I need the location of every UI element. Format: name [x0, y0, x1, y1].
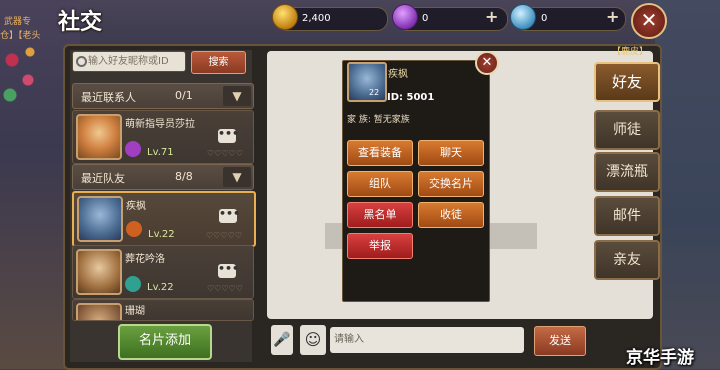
flower-decoration: [0, 40, 40, 110]
player-name: 疾枫: [388, 69, 408, 80]
recent-contacts-header[interactable]: 最近联系人 0/1 ▼: [72, 83, 254, 109]
class-badge-icon: [125, 276, 141, 292]
tab-drift-bottle[interactable]: 漂流瓶: [594, 152, 660, 192]
diamond-amount: 0: [541, 13, 548, 24]
player-family: 家 族: 暂无家族: [347, 115, 410, 125]
intimacy-hearts: ♡♡♡♡♡: [206, 231, 242, 240]
class-badge-icon: [126, 221, 142, 237]
avatar: [76, 303, 122, 320]
gem-amount: 0: [422, 13, 429, 24]
microphone-icon[interactable]: 🎤: [271, 325, 293, 355]
close-window-button[interactable]: ✕: [631, 3, 667, 39]
add-gem-button[interactable]: +: [485, 7, 498, 26]
recent-team-label: 最近队友: [81, 172, 125, 185]
diamond-icon: [510, 4, 536, 30]
player-id: ID: 5001: [387, 92, 435, 103]
scene-background-right: [655, 0, 720, 369]
scene-text-second: 仓】【老头: [0, 31, 41, 41]
scene-text-top: 武器专: [4, 17, 32, 27]
tab-friends[interactable]: 好友: [594, 62, 660, 102]
list-item[interactable]: 珊瑚: [72, 299, 254, 321]
class-badge-icon: [125, 141, 141, 157]
avatar: [347, 62, 387, 102]
friend-level: Lv.71: [147, 147, 174, 158]
more-options-button[interactable]: •••: [218, 128, 239, 143]
watermark: 京华手游: [626, 348, 694, 368]
close-icon[interactable]: ✕: [475, 51, 499, 75]
tab-mail[interactable]: 邮件: [594, 196, 660, 236]
search-icon: [76, 56, 87, 67]
more-options-button[interactable]: •••: [219, 208, 240, 223]
add-card-button[interactable]: 名片添加: [118, 324, 212, 360]
search-placeholder: 输入好友昵称或ID: [88, 56, 169, 67]
tab-relatives[interactable]: 亲友: [594, 240, 660, 280]
recent-contacts-count: 0/1: [175, 89, 193, 102]
avatar: [76, 249, 122, 295]
add-diamond-button[interactable]: +: [606, 7, 619, 26]
friend-level: Lv.22: [148, 229, 175, 240]
list-item[interactable]: 萌新指导员莎拉 Lv.71 ••• ♡♡♡♡♡: [72, 110, 254, 164]
recent-team-count: 8/8: [175, 170, 193, 183]
exchange-card-button[interactable]: 交换名片: [418, 171, 484, 197]
view-equipment-button[interactable]: 查看装备: [347, 140, 413, 166]
gold-coin-icon: [272, 4, 298, 30]
recent-contacts-label: 最近联系人: [81, 91, 136, 104]
chat-input[interactable]: 请输入: [330, 327, 524, 353]
avatar-level: 22: [369, 88, 380, 97]
avatar: [77, 196, 123, 242]
purple-gem-icon: [392, 4, 418, 30]
team-button[interactable]: 组队: [347, 171, 413, 197]
recent-team-header[interactable]: 最近队友 8/8 ▼: [72, 164, 254, 190]
blacklist-button[interactable]: 黑名单: [347, 202, 413, 228]
friend-name: 萌新指导员莎拉: [125, 119, 195, 130]
chevron-down-icon[interactable]: ▼: [223, 167, 251, 187]
list-item[interactable]: 葬花吟洛 Lv.22 ••• ♡♡♡♡♡: [72, 245, 254, 299]
report-button[interactable]: 举报: [347, 233, 413, 259]
chevron-down-icon[interactable]: ▼: [223, 86, 251, 106]
gold-amount: 2,400: [302, 13, 331, 24]
tab-mentor[interactable]: 师徒: [594, 110, 660, 150]
smiley-icon[interactable]: ☺: [300, 325, 326, 355]
more-options-button[interactable]: •••: [218, 263, 239, 278]
page-title: 社交: [58, 10, 103, 35]
search-button[interactable]: 搜索: [191, 51, 246, 74]
list-item[interactable]: 疾枫 Lv.22 ••• ♡♡♡♡♡: [72, 191, 256, 247]
intimacy-hearts: ♡♡♡♡♡: [207, 149, 243, 158]
chat-button[interactable]: 聊天: [418, 140, 484, 166]
friend-name: 珊瑚: [125, 306, 145, 317]
friend-name: 葬花吟洛: [125, 254, 165, 265]
take-apprentice-button[interactable]: 收徒: [418, 202, 484, 228]
intimacy-hearts: ♡♡♡♡♡: [207, 284, 243, 293]
avatar: [76, 114, 122, 160]
scene-text-right: 【鹿皮】: [612, 47, 649, 57]
friend-level: Lv.22: [147, 282, 174, 293]
friend-name: 疾枫: [126, 201, 146, 212]
send-button[interactable]: 发送: [534, 326, 586, 356]
